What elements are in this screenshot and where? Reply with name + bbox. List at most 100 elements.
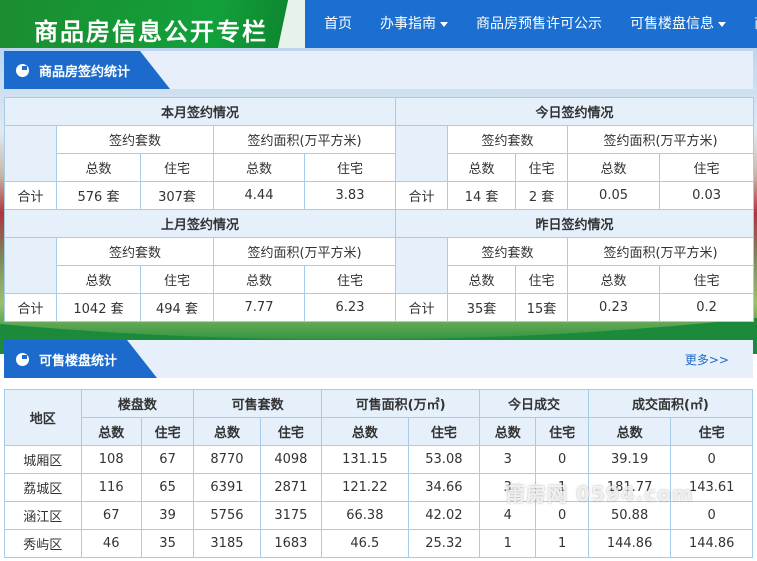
available-stats-tab[interactable]: 可售楼盘统计	[4, 340, 157, 378]
cell: 1	[535, 529, 589, 558]
available-stats-panel: 可售楼盘统计 更多>> 地区 楼盘数 可售套数 可售面积(万㎡) 今日成交 成交…	[4, 340, 754, 558]
blank-cell	[395, 125, 449, 182]
cell: 144.86	[587, 529, 672, 558]
units-header: 签约套数	[56, 237, 214, 266]
residential-header: 住宅	[140, 417, 195, 446]
residential-header: 住宅	[515, 153, 569, 182]
blank-cell	[395, 237, 449, 294]
area-header: 可售面积(万㎡)	[321, 389, 481, 418]
pie-chart-icon	[16, 64, 29, 77]
district-cell: 城厢区	[4, 445, 82, 474]
cell: 144.86	[670, 529, 753, 558]
cell: 1	[479, 529, 537, 558]
cell: 4098	[259, 445, 323, 474]
residential-header: 住宅	[515, 265, 569, 294]
cell: 8770	[193, 445, 261, 474]
cell: 116	[80, 473, 142, 502]
cell: 35套	[447, 293, 517, 322]
nav-guide[interactable]: 办事指南	[366, 0, 462, 48]
contract-stats-header: 商品房签约统计	[4, 51, 753, 89]
site-header: 商品房信息公开专栏 首页 办事指南 商品房预售许可公示 可售楼盘信息 商品	[0, 0, 757, 48]
total-header: 总数	[587, 417, 672, 446]
watermark: 莆房网 0594.com	[505, 482, 694, 506]
nav-available-projects[interactable]: 可售楼盘信息	[616, 0, 740, 48]
last-month-title: 上月签约情况	[3, 209, 397, 238]
chevron-down-icon	[718, 21, 726, 27]
cell: 67	[140, 445, 195, 474]
site-logo[interactable]: 商品房信息公开专栏	[0, 0, 305, 48]
cell: 25.32	[407, 529, 481, 558]
cell: 2871	[259, 473, 323, 502]
cell: 2 套	[515, 181, 569, 210]
row-label: 合计	[4, 181, 57, 210]
contract-stats-tab[interactable]: 商品房签约统计	[4, 51, 170, 89]
cell: 4.44	[213, 181, 305, 210]
cell: 121.22	[321, 473, 409, 502]
cell: 0.23	[567, 293, 661, 322]
total-header: 总数	[321, 417, 409, 446]
residential-header: 住宅	[659, 153, 755, 182]
cell: 3.83	[303, 181, 397, 210]
total-header: 总数	[447, 153, 517, 182]
cell: 42.02	[407, 501, 481, 530]
cell: 35	[140, 529, 195, 558]
units-header: 可售套数	[193, 389, 323, 418]
cell: 3	[479, 445, 537, 474]
nav-more[interactable]: 商品	[740, 0, 757, 48]
today-deals-header: 今日成交	[479, 389, 589, 418]
nav-home[interactable]: 首页	[310, 0, 366, 48]
cell: 3175	[259, 501, 323, 530]
contract-stats-title: 商品房签约统计	[39, 64, 131, 80]
available-stats-title: 可售楼盘统计	[39, 353, 118, 369]
table-row: 合计 576 套 307套 4.44 3.83 合计 14 套 2 套 0.05…	[4, 181, 755, 210]
residential-header: 住宅	[535, 417, 589, 446]
pie-chart-icon	[16, 353, 29, 366]
nav-presale-permit[interactable]: 商品房预售许可公示	[462, 0, 616, 48]
contract-stats-panel: 商品房签约统计 本月签约情况 今日签约情况 签约套数 签约面积(万平方米) 签约…	[3, 51, 755, 322]
cell: 0.05	[567, 181, 661, 210]
cell: 67	[80, 501, 142, 530]
cell: 34.66	[407, 473, 481, 502]
area-header: 签约面积(万平方米)	[567, 237, 755, 266]
main-nav: 首页 办事指南 商品房预售许可公示 可售楼盘信息 商品	[310, 0, 757, 48]
yesterday-title: 昨日签约情况	[395, 209, 755, 238]
cell: 46.5	[321, 529, 409, 558]
units-header: 签约套数	[56, 125, 214, 154]
total-header: 总数	[56, 265, 141, 294]
cell: 14 套	[447, 181, 517, 210]
cell: 6.23	[303, 293, 397, 322]
chevron-down-icon	[440, 21, 448, 27]
table-row: 秀屿区 46 35 3185 1683 46.5 25.32 1 1 144.8…	[4, 529, 753, 558]
total-header: 总数	[567, 153, 661, 182]
total-header: 总数	[193, 417, 261, 446]
area-header: 签约面积(万平方米)	[212, 125, 397, 154]
cell: 65	[140, 473, 195, 502]
total-header: 总数	[56, 153, 141, 182]
row-label: 合计	[4, 293, 57, 322]
total-header: 总数	[447, 265, 517, 294]
available-stats-table: 地区 楼盘数 可售套数 可售面积(万㎡) 今日成交 成交面积(㎡) 总数 住宅 …	[4, 389, 754, 558]
total-header: 总数	[567, 265, 661, 294]
units-header: 签约套数	[447, 237, 569, 266]
cell: 494 套	[140, 293, 214, 322]
blank-cell	[4, 237, 57, 294]
row-label: 合计	[395, 181, 449, 210]
cell: 46	[80, 529, 142, 558]
district-cell: 秀屿区	[4, 529, 82, 558]
deal-area-header: 成交面积(㎡)	[587, 389, 754, 418]
this-month-title: 本月签约情况	[3, 97, 397, 126]
residential-header: 住宅	[303, 265, 397, 294]
table-row: 城厢区 108 67 8770 4098 131.15 53.08 3 0 39…	[4, 445, 753, 474]
cell: 307套	[140, 181, 214, 210]
cell: 108	[80, 445, 142, 474]
residential-header: 住宅	[659, 265, 755, 294]
total-header: 总数	[80, 417, 142, 446]
more-link[interactable]: 更多>>	[685, 351, 729, 368]
cell: 6391	[193, 473, 261, 502]
cell: 131.15	[321, 445, 409, 474]
row-label: 合计	[395, 293, 449, 322]
residential-header: 住宅	[407, 417, 481, 446]
district-cell: 荔城区	[4, 473, 82, 502]
cell: 1683	[259, 529, 323, 558]
residential-header: 住宅	[140, 265, 214, 294]
